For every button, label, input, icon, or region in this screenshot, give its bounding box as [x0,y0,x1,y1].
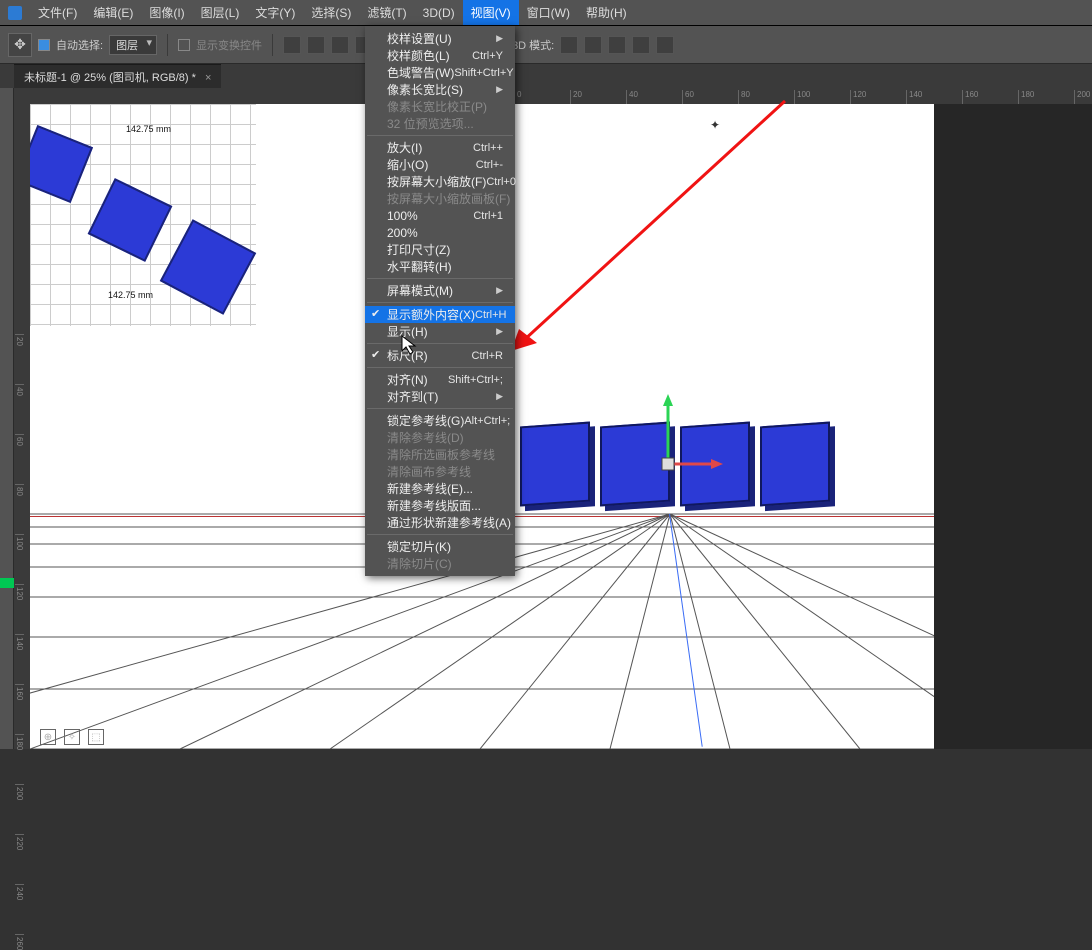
text3d-block[interactable] [760,422,830,507]
menu-entry: 32 位预览选项... [365,115,515,132]
menu-entry[interactable]: 按屏幕大小缩放(F)Ctrl+0 [365,173,515,190]
menu-separator [367,135,513,136]
target-marker-icon: ✦ [710,118,720,132]
menu-entry[interactable]: 放大(I)Ctrl++ [365,139,515,156]
preview-dim-top: 142.75 mm [126,124,171,134]
menu-entry[interactable]: 新建参考线版面... [365,497,515,514]
ruler-horizontal[interactable]: 020406080100120140160180200 [14,88,1092,104]
menu-entry[interactable]: 屏幕模式(M)▶ [365,282,515,299]
menu-item[interactable]: 帮助(H) [578,0,635,25]
view-menu-dropdown[interactable]: 校样设置(U)▶校样颜色(L)Ctrl+Y色域警告(W)Shift+Ctrl+Y… [365,26,515,576]
menu-entry: 清除切片(C) [365,555,515,572]
close-tab-icon[interactable]: × [205,72,211,84]
mode3d-label: 3D 模式: [512,37,554,53]
menu-entry[interactable]: 对齐到(T)▶ [365,388,515,405]
mode3d-icon-4[interactable] [632,36,650,54]
menu-item[interactable]: 编辑(E) [85,0,141,25]
status-icon-1[interactable]: ⊕ [40,729,56,745]
text3d-block[interactable] [520,422,590,507]
move-tool-icon[interactable]: ✥ [8,33,32,57]
menu-entry[interactable]: 锁定切片(K) [365,538,515,555]
mode3d-icon-5[interactable] [656,36,674,54]
auto-select-label: 自动选择: [56,37,103,53]
transform-controls-label: 显示变换控件 [196,37,262,53]
status-icon-3[interactable]: ⬚ [88,729,104,745]
menu-item[interactable]: 图层(L) [193,0,248,25]
menu-item[interactable]: 滤镜(T) [359,0,414,25]
menu-entry[interactable]: 显示(H)▶ [365,323,515,340]
menu-separator [367,278,513,279]
menu-item[interactable]: 3D(D) [415,0,463,25]
app-icon [8,6,22,20]
align-icon-1[interactable] [283,36,301,54]
ruler-vertical[interactable]: 20406080100120140160180200220240260 [14,104,30,749]
menu-separator [367,343,513,344]
status-icons: ⊕ ✧ ⬚ [40,729,104,745]
menu-entry[interactable]: 水平翻转(H) [365,258,515,275]
menu-separator [367,302,513,303]
mode3d-icon-1[interactable] [560,36,578,54]
menu-entry: 清除所选画板参考线 [365,446,515,463]
menu-entry[interactable]: 色域警告(W)Shift+Ctrl+Y [365,64,515,81]
cursor-icon [401,335,419,360]
menu-entry: 按屏幕大小缩放画板(F) [365,190,515,207]
mode3d-icon-2[interactable] [584,36,602,54]
menu-entry[interactable]: 对齐(N)Shift+Ctrl+; [365,371,515,388]
menu-entry[interactable]: 校样设置(U)▶ [365,30,515,47]
menu-entry[interactable]: 缩小(O)Ctrl+- [365,156,515,173]
menu-item[interactable]: 视图(V) [463,0,519,25]
menu-entry[interactable]: 200% [365,224,515,241]
document-tabs: 未标题-1 @ 25% (图司机, RGB/8) * × [0,64,1092,88]
menu-separator [367,367,513,368]
menu-entry[interactable]: 100%Ctrl+1 [365,207,515,224]
menu-entry: 像素长宽比校正(P) [365,98,515,115]
menu-entry[interactable]: 校样颜色(L)Ctrl+Y [365,47,515,64]
auto-select-dropdown[interactable]: 图层 [109,35,157,55]
menu-entry[interactable]: 打印尺寸(Z) [365,241,515,258]
workspace: 020406080100120140160180200 204060801001… [0,88,1092,749]
transform-controls-checkbox[interactable] [178,39,190,51]
menu-separator [367,534,513,535]
menu-entry: 清除参考线(D) [365,429,515,446]
menu-entry[interactable]: ✔显示额外内容(X)Ctrl+H [365,306,515,323]
mode3d-icon-3[interactable] [608,36,626,54]
align-icon-2[interactable] [307,36,325,54]
menu-entry[interactable]: 锁定参考线(G)Alt+Ctrl+; [365,412,515,429]
document-tab[interactable]: 未标题-1 @ 25% (图司机, RGB/8) * × [14,64,221,89]
menu-item[interactable]: 文件(F) [30,0,85,25]
options-bar: ✥ 自动选择: 图层 显示变换控件 3D 模式: [0,26,1092,64]
menu-entry[interactable]: 新建参考线(E)... [365,480,515,497]
menu-separator [367,408,513,409]
menu-entry[interactable]: 通过形状新建参考线(A) [365,514,515,531]
app-menubar: 文件(F)编辑(E)图像(I)图层(L)文字(Y)选择(S)滤镜(T)3D(D)… [0,0,1092,26]
auto-select-checkbox[interactable] [38,39,50,51]
preview-panel[interactable]: 142.75 mm 142.75 mm [30,104,256,326]
menu-item[interactable]: 选择(S) [303,0,359,25]
align-icon-3[interactable] [331,36,349,54]
menu-entry[interactable]: 像素长宽比(S)▶ [365,81,515,98]
preview-dim-bottom: 142.75 mm [108,290,153,300]
menu-entry: 清除画布参考线 [365,463,515,480]
menu-item[interactable]: 文字(Y) [247,0,303,25]
color-swatch[interactable] [0,578,14,588]
status-icon-2[interactable]: ✧ [64,729,80,745]
document-tab-title: 未标题-1 @ 25% (图司机, RGB/8) * [24,72,196,84]
canvas-viewport[interactable]: ✦ [30,104,1092,749]
menu-entry[interactable]: ✔标尺(R)Ctrl+R [365,347,515,364]
menu-item[interactable]: 图像(I) [141,0,192,25]
menu-item[interactable]: 窗口(W) [519,0,578,25]
toolbar-left [0,88,14,749]
